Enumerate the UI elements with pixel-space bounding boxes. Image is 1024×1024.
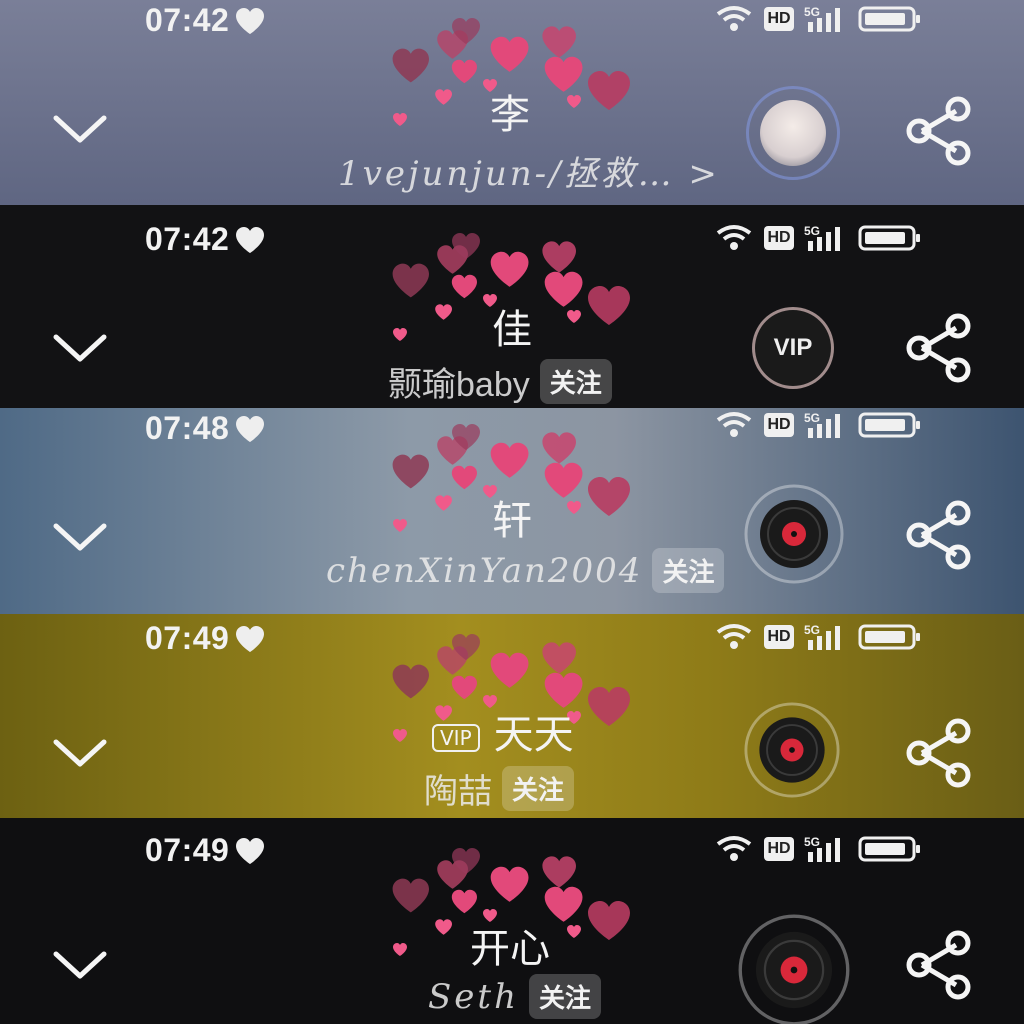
svg-text:5G: 5G [804,623,820,637]
status-icons: HD 5G [714,4,922,34]
player-strip-3: 07:48 HD 5G 轩 chenXinYan2004 关注 [0,408,1024,614]
avatar[interactable] [746,86,840,180]
battery-icon [858,836,920,862]
wifi-icon [716,836,752,861]
chevron-down-icon[interactable] [52,110,108,150]
wifi-icon [716,412,752,437]
artist-name[interactable]: 1vejunjun-/拯救… > [338,146,720,195]
song-title: 佳 [492,307,532,353]
svg-text:5G: 5G [804,224,820,238]
status-time: 07:49 [145,832,267,869]
vinyl-disc[interactable] [744,702,840,798]
follow-button[interactable]: 关注 [528,974,601,1019]
hd-icon: HD [764,625,794,649]
5g-signal-icon: 5G [804,835,840,862]
5g-signal-icon: 5G [804,5,840,32]
vinyl-disc[interactable] [738,914,850,1024]
wifi-icon [716,225,752,250]
song-title-text: 天天 [493,712,574,758]
white-heart-icon [236,625,265,652]
wifi-icon [716,6,752,31]
svg-text:5G: 5G [804,5,820,19]
status-time: 07:48 [145,410,267,447]
vinyl-disc[interactable] [744,484,844,584]
status-icons: HD 5G [714,410,922,440]
chevron-down-icon[interactable] [52,734,108,774]
artist-name[interactable]: Seth 关注 [428,974,601,1019]
chevron-down-icon[interactable] [52,329,108,369]
follow-button[interactable]: 关注 [652,548,725,593]
vip-badge[interactable]: VIP [752,307,834,389]
player-strip-5: 07:49 HD 5G 开心 Seth 关注 [0,818,1024,1024]
vip-label: VIP [773,334,813,361]
battery-icon [858,624,920,650]
status-time: 07:49 [145,620,267,657]
vip-title-badge: VIP [432,724,480,752]
share-icon[interactable] [904,500,974,570]
white-heart-icon [236,226,265,253]
share-icon[interactable] [904,718,974,788]
5g-signal-icon: 5G [804,411,840,438]
chevron-down-icon[interactable] [52,518,108,558]
battery-icon [858,225,920,251]
hd-icon: HD [764,7,794,31]
status-icons: HD 5G [714,223,922,253]
share-icon[interactable] [904,96,974,166]
hd-icon: HD [764,837,794,861]
5g-signal-icon: 5G [804,224,840,251]
status-icons: HD 5G [714,834,922,864]
status-time: 07:42 [145,221,267,258]
status-time: 07:42 [145,2,267,39]
wifi-icon [716,624,752,649]
share-icon[interactable] [904,930,974,1000]
share-icon[interactable] [904,313,974,383]
follow-button[interactable]: 关注 [539,359,612,404]
hd-icon: HD [764,413,794,437]
battery-icon [858,6,920,32]
player-strip-4: 07:49 HD 5G VIP 天天 陶喆 关注 [0,614,1024,818]
player-strip-1: 07:42 HD 5G 李 1vejunjun-/拯救… > [0,0,1024,205]
5g-signal-icon: 5G [804,623,840,650]
white-heart-icon [236,837,265,864]
song-title: 开心 [470,926,550,972]
artist-name[interactable]: chenXinYan2004 关注 [326,548,725,593]
artist-name[interactable]: 陶喆 关注 [424,764,575,813]
svg-text:5G: 5G [804,835,820,849]
white-heart-icon [236,7,265,34]
player-strip-2: 07:42 HD 5G 佳 颢瑜baby 关注 VIP [0,205,1024,408]
white-heart-icon [236,415,265,442]
song-title: 李 [490,92,530,138]
artist-name[interactable]: 颢瑜baby 关注 [388,357,612,406]
battery-icon [858,412,920,438]
hd-icon: HD [764,226,794,250]
song-title: VIP 天天 [432,702,574,760]
follow-button[interactable]: 关注 [502,766,575,811]
song-title: 轩 [492,498,532,544]
status-icons: HD 5G [714,622,922,652]
svg-text:5G: 5G [804,411,820,425]
chevron-down-icon[interactable] [52,946,108,986]
